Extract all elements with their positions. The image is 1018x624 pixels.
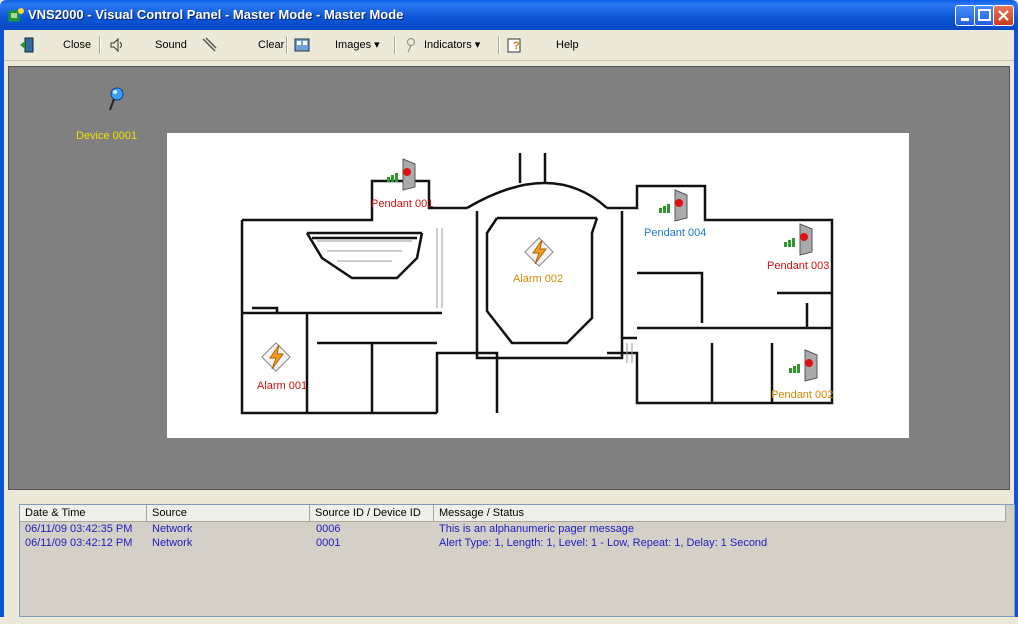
images-menu[interactable]: Images ▾	[335, 36, 380, 54]
toolbar: Close Sound Clear Images ▾ Indicators ▾ …	[4, 30, 1014, 61]
cell-source: Network	[152, 537, 193, 549]
map-canvas: Device 0001 Pendant 001 Pendant 004 Pend…	[8, 66, 1010, 490]
window-title: VNS2000 - Visual Control Panel - Master …	[28, 7, 404, 22]
exit-door-icon[interactable]	[18, 36, 36, 54]
toolbar-separator	[394, 36, 396, 54]
clear-icon[interactable]	[200, 36, 218, 54]
maximize-button[interactable]	[974, 5, 995, 26]
indicators-menu[interactable]: Indicators ▾	[424, 36, 480, 54]
pendant-icon[interactable]	[657, 188, 691, 222]
cell-message: Alert Type: 1, Length: 1, Level: 1 - Low…	[439, 537, 768, 549]
cell-datetime: 06/11/09 03:42:12 PM	[25, 537, 133, 549]
cell-id: 0006	[316, 523, 341, 535]
window-bottom-edge	[0, 617, 1018, 624]
close-button[interactable]: Close	[63, 36, 91, 54]
log-header: Date & Time Source Source ID / Device ID…	[20, 505, 1006, 522]
column-header-source[interactable]: Source	[147, 505, 310, 521]
table-row[interactable]: 06/11/09 03:42:12 PM Network 0001 Alert …	[20, 537, 1006, 550]
column-header-datetime[interactable]: Date & Time	[20, 505, 147, 521]
cell-datetime: 06/11/09 03:42:35 PM	[25, 523, 133, 535]
help-button[interactable]: Help	[556, 36, 579, 54]
pendant-label: Pendant 004	[644, 227, 707, 239]
indicator-pin-icon[interactable]	[402, 36, 420, 54]
pendant-label: Pendant 003	[767, 260, 830, 272]
column-header-id[interactable]: Source ID / Device ID	[310, 505, 434, 521]
alarm-label: Alarm 002	[513, 273, 564, 285]
app-icon	[8, 8, 24, 22]
toolbar-separator	[498, 36, 500, 54]
indicators-label: Indicators	[424, 39, 472, 51]
event-log: Date & Time Source Source ID / Device ID…	[19, 504, 1015, 617]
alarm-label: Alarm 001	[257, 380, 308, 392]
table-row[interactable]: 06/11/09 03:42:35 PM Network 0006 This i…	[20, 523, 1006, 536]
toolbar-separator	[286, 36, 288, 54]
cell-source: Network	[152, 523, 193, 535]
svg-text:?: ?	[513, 40, 520, 52]
alarm-lightning-icon[interactable]	[523, 236, 555, 268]
pendant-label: Pendant 001	[371, 198, 434, 210]
pendant-icon[interactable]	[385, 157, 419, 191]
close-window-button[interactable]	[993, 5, 1014, 26]
window-frame-left	[0, 30, 4, 624]
sound-icon[interactable]	[108, 36, 126, 54]
splitter-bar[interactable]	[8, 490, 1010, 500]
images-label: Images	[335, 39, 372, 51]
help-icon[interactable]: ?	[506, 36, 524, 54]
images-icon[interactable]	[293, 36, 311, 54]
sound-button[interactable]: Sound	[155, 36, 187, 54]
floor-plan: Pendant 001 Pendant 004 Pendant 003 Pend…	[167, 133, 909, 438]
title-bar: VNS2000 - Visual Control Panel - Master …	[0, 0, 1018, 30]
clear-button[interactable]: Clear	[258, 36, 284, 54]
pendant-icon[interactable]	[782, 222, 816, 256]
pendant-icon[interactable]	[787, 348, 821, 382]
device-pin-icon[interactable]	[106, 86, 126, 112]
alarm-lightning-icon[interactable]	[260, 341, 292, 373]
toolbar-separator	[99, 36, 101, 54]
cell-message: This is an alphanumeric pager message	[439, 523, 635, 535]
device-label: Device 0001	[76, 130, 138, 142]
column-header-message[interactable]: Message / Status	[434, 505, 1006, 521]
minimize-button[interactable]	[955, 5, 976, 26]
pendant-label: Pendant 002	[771, 389, 834, 401]
cell-id: 0001	[316, 537, 341, 549]
